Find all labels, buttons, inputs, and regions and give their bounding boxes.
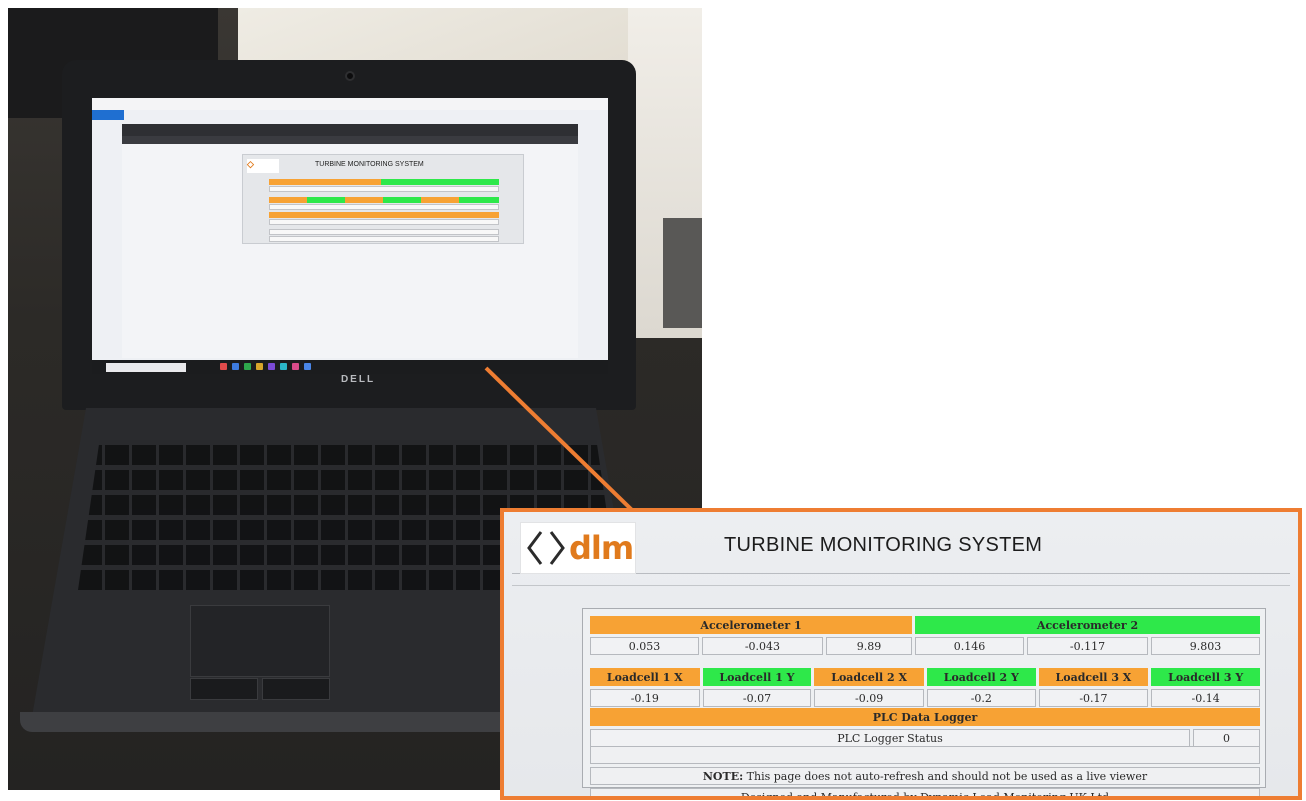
mini-acc-values xyxy=(269,186,499,192)
accelerometer-1-header: Accelerometer 1 xyxy=(590,616,913,634)
laptop-brand-logo: DELL xyxy=(340,374,376,385)
photo-stage: ◇ TURBINE MONITORING SYSTEM DELL dlm TUR… xyxy=(0,0,1306,801)
taskbar-app-icon xyxy=(220,363,227,370)
loadcell-1x-header: Loadcell 1 X xyxy=(590,668,700,686)
diamond-logo-icon xyxy=(527,531,565,565)
mini-lc-values xyxy=(269,204,499,210)
plc-data-logger-header: PLC Data Logger xyxy=(590,708,1260,726)
touchpad-left-button xyxy=(190,678,258,700)
accelerometer-2-z-value: 9.803 xyxy=(1151,637,1260,655)
taskbar-app-icon xyxy=(268,363,275,370)
readings-panel: Accelerometer 1 Accelerometer 2 0.053 -0… xyxy=(582,608,1266,796)
taskbar-app-icon xyxy=(244,363,251,370)
accelerometer-1-z-value: 9.89 xyxy=(825,637,913,655)
touchpad-right-button xyxy=(262,678,330,700)
note-text: This page does not auto-refresh and shou… xyxy=(743,769,1148,783)
logo-text: dlm xyxy=(569,529,634,567)
taskbar-search xyxy=(106,363,186,372)
taskbar-app-icon xyxy=(232,363,239,370)
loadcell-2y-header: Loadcell 2 Y xyxy=(926,668,1036,686)
dashboard-header: dlm TURBINE MONITORING SYSTEM xyxy=(512,516,1290,574)
mini-title: TURBINE MONITORING SYSTEM xyxy=(315,161,424,168)
dlm-logo: dlm xyxy=(520,522,636,574)
accelerometer-2-y-value: -0.117 xyxy=(1027,637,1149,655)
taskbar-app-icon xyxy=(280,363,287,370)
mini-logo: ◇ xyxy=(247,159,279,173)
loadcell-table: Loadcell 1 X Loadcell 1 Y Loadcell 2 X L… xyxy=(587,665,1263,710)
taskbar-app-icon xyxy=(304,363,311,370)
webcam xyxy=(345,71,355,81)
mini-lc-3x xyxy=(421,197,459,203)
mini-lc-1y xyxy=(307,197,345,203)
loadcell-3x-header: Loadcell 3 X xyxy=(1038,668,1149,686)
mini-footer xyxy=(269,236,499,242)
accelerometer-2-header: Accelerometer 2 xyxy=(915,616,1260,634)
laptop-touchpad xyxy=(190,605,330,677)
spacer-row xyxy=(590,746,1260,764)
mini-lc-3y xyxy=(459,197,499,203)
page-title: TURBINE MONITORING SYSTEM xyxy=(724,534,1043,556)
note-row: NOTE: This page does not auto-refresh an… xyxy=(590,767,1260,785)
accelerometer-2-x-value: 0.146 xyxy=(915,637,1025,655)
window-tab xyxy=(92,110,124,120)
mini-lc-2x xyxy=(345,197,383,203)
footer-credit: Designed and Manufactured by Dynamic Loa… xyxy=(590,788,1260,796)
mini-plc-status xyxy=(269,219,499,225)
taskbar-app-icon xyxy=(292,363,299,370)
window-titlebar xyxy=(92,98,608,110)
header-divider xyxy=(512,574,1290,586)
accelerometer-table: Accelerometer 1 Accelerometer 2 0.053 -0… xyxy=(587,613,1263,658)
mini-plc-header xyxy=(269,212,499,218)
notes-table: NOTE: This page does not auto-refresh an… xyxy=(587,743,1263,796)
loadcell-3y-header: Loadcell 3 Y xyxy=(1151,668,1260,686)
accelerometer-1-y-value: -0.043 xyxy=(701,637,823,655)
mini-acc-2 xyxy=(381,179,499,185)
accelerometer-1-x-value: 0.053 xyxy=(590,637,699,655)
background-object xyxy=(663,218,702,328)
mini-lc-2y xyxy=(383,197,421,203)
mini-lc-1x xyxy=(269,197,307,203)
zoom-callout: dlm TURBINE MONITORING SYSTEM Accelerome… xyxy=(500,508,1302,800)
mini-dashboard: ◇ TURBINE MONITORING SYSTEM xyxy=(242,154,524,244)
loadcell-1y-header: Loadcell 1 Y xyxy=(702,668,812,686)
note-prefix: NOTE: xyxy=(702,769,744,783)
mini-acc-1 xyxy=(269,179,381,185)
loadcell-2x-header: Loadcell 2 X xyxy=(814,668,924,686)
browser-page: ◇ TURBINE MONITORING SYSTEM xyxy=(122,144,578,358)
laptop-screen: ◇ TURBINE MONITORING SYSTEM xyxy=(92,98,608,374)
mini-note xyxy=(269,229,499,235)
taskbar-app-icon xyxy=(256,363,263,370)
bookmarks-bar xyxy=(122,136,578,144)
dashboard-page: dlm TURBINE MONITORING SYSTEM Accelerome… xyxy=(504,512,1298,796)
